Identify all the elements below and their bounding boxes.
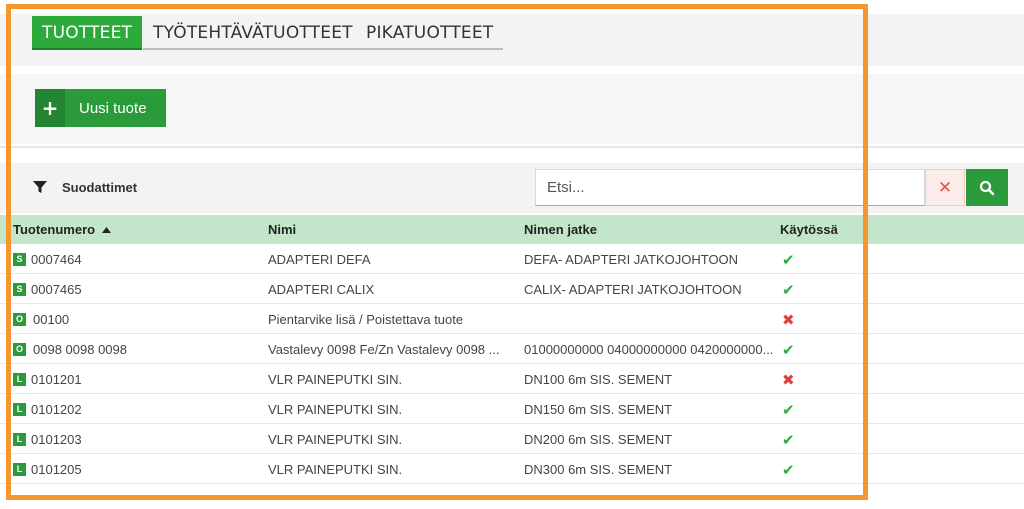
table-row[interactable]: S 0007464 ADAPTERI DEFA DEFA- ADAPTERI J… <box>0 244 1024 274</box>
filter-icon[interactable] <box>33 180 47 194</box>
plus-icon: + <box>35 89 65 127</box>
table-row[interactable]: L 0101202 VLR PAINEPUTKI SIN. DN150 6m S… <box>0 394 1024 424</box>
close-icon: ✕ <box>937 177 953 198</box>
tab-pikatuotteet[interactable]: PIKATUOTTEET <box>356 16 504 50</box>
product-number: 0101202 <box>31 402 82 417</box>
search-input[interactable] <box>535 169 925 206</box>
product-number: 0007465 <box>31 282 82 297</box>
product-name-continuation: DN200 6m SIS. SEMENT <box>524 432 673 447</box>
column-header-nimi[interactable]: Nimi <box>268 222 296 237</box>
table-header: Tuotenumero Nimi Nimen jatke Käytössä <box>0 215 1024 244</box>
product-name: ADAPTERI CALIX <box>268 282 375 297</box>
product-name: VLR PAINEPUTKI SIN. <box>268 462 403 477</box>
type-badge: O <box>13 313 26 326</box>
new-product-label: Uusi tuote <box>79 99 147 117</box>
column-header-kaytossa[interactable]: Käytössä <box>780 222 838 237</box>
cross-icon: ✖ <box>782 372 795 389</box>
column-header-tuotenumero[interactable]: Tuotenumero <box>13 222 111 237</box>
type-badge: S <box>13 253 26 266</box>
search-icon <box>979 180 995 195</box>
product-name-continuation: DN100 6m SIS. SEMENT <box>524 372 673 387</box>
product-name-continuation: DN300 6m SIS. SEMENT <box>524 462 673 477</box>
column-header-nimen-jatke[interactable]: Nimen jatke <box>524 222 597 237</box>
table-body: S 0007464 ADAPTERI DEFA DEFA- ADAPTERI J… <box>0 244 1024 484</box>
tab-bar: TUOTTEET TYÖTEHTÄVÄTUOTTEET PIKATUOTTEET <box>0 14 1024 66</box>
type-badge: S <box>13 283 26 296</box>
product-name-continuation: DEFA- ADAPTERI JATKOJOHTOON <box>524 252 739 267</box>
type-badge: L <box>13 403 26 416</box>
cross-icon: ✖ <box>782 312 795 329</box>
check-icon: ✔ <box>782 252 795 269</box>
product-number: 0007464 <box>31 252 82 267</box>
sort-up-icon <box>101 227 111 233</box>
product-number: 0101201 <box>31 372 82 387</box>
type-badge: L <box>13 463 26 476</box>
filters-toggle[interactable]: Suodattimet <box>62 180 137 195</box>
table-row[interactable]: L 0101201 VLR PAINEPUTKI SIN. DN100 6m S… <box>0 364 1024 394</box>
check-icon: ✔ <box>782 462 795 479</box>
table-row[interactable]: O 00100 Pientarvike lisä / Poistettava t… <box>0 304 1024 334</box>
tab-tyotehtavatuotteet[interactable]: TYÖTEHTÄVÄTUOTTEET <box>143 16 363 50</box>
search-button[interactable] <box>966 169 1008 206</box>
product-name: Vastalevy 0098 Fe/Zn Vastalevy 0098 ... <box>268 342 500 357</box>
product-number: 0101205 <box>31 462 82 477</box>
section-divider <box>0 146 1024 148</box>
filter-bar: Suodattimet ✕ <box>0 163 1024 213</box>
new-product-button[interactable]: + Uusi tuote <box>35 89 166 127</box>
product-name-continuation: DN150 6m SIS. SEMENT <box>524 402 673 417</box>
product-name: Pientarvike lisä / Poistettava tuote <box>268 312 464 327</box>
product-name: ADAPTERI DEFA <box>268 252 371 267</box>
product-number: 0101203 <box>31 432 82 447</box>
product-name: VLR PAINEPUTKI SIN. <box>268 372 403 387</box>
product-number: 0098 0098 0098 <box>33 342 127 357</box>
table-row[interactable]: S 0007465 ADAPTERI CALIX CALIX- ADAPTERI… <box>0 274 1024 304</box>
table-row[interactable]: L 0101203 VLR PAINEPUTKI SIN. DN200 6m S… <box>0 424 1024 454</box>
type-badge: O <box>13 343 26 356</box>
product-name-continuation: 01000000000 04000000000 0420000000... <box>524 342 774 357</box>
type-badge: L <box>13 433 26 446</box>
table-row[interactable]: L 0101205 VLR PAINEPUTKI SIN. DN300 6m S… <box>0 454 1024 484</box>
action-bar: + Uusi tuote <box>0 74 1024 144</box>
product-name: VLR PAINEPUTKI SIN. <box>268 432 403 447</box>
check-icon: ✔ <box>782 402 795 419</box>
type-badge: L <box>13 373 26 386</box>
tab-tuotteet[interactable]: TUOTTEET <box>32 16 143 50</box>
product-number: 00100 <box>33 312 70 327</box>
clear-search-button[interactable]: ✕ <box>925 169 965 206</box>
check-icon: ✔ <box>782 432 795 449</box>
product-name: VLR PAINEPUTKI SIN. <box>268 402 403 417</box>
check-icon: ✔ <box>782 282 795 299</box>
table-row[interactable]: O 0098 0098 0098 Vastalevy 0098 Fe/Zn Va… <box>0 334 1024 364</box>
check-icon: ✔ <box>782 342 795 359</box>
product-name-continuation: CALIX- ADAPTERI JATKOJOHTOON <box>524 282 742 297</box>
